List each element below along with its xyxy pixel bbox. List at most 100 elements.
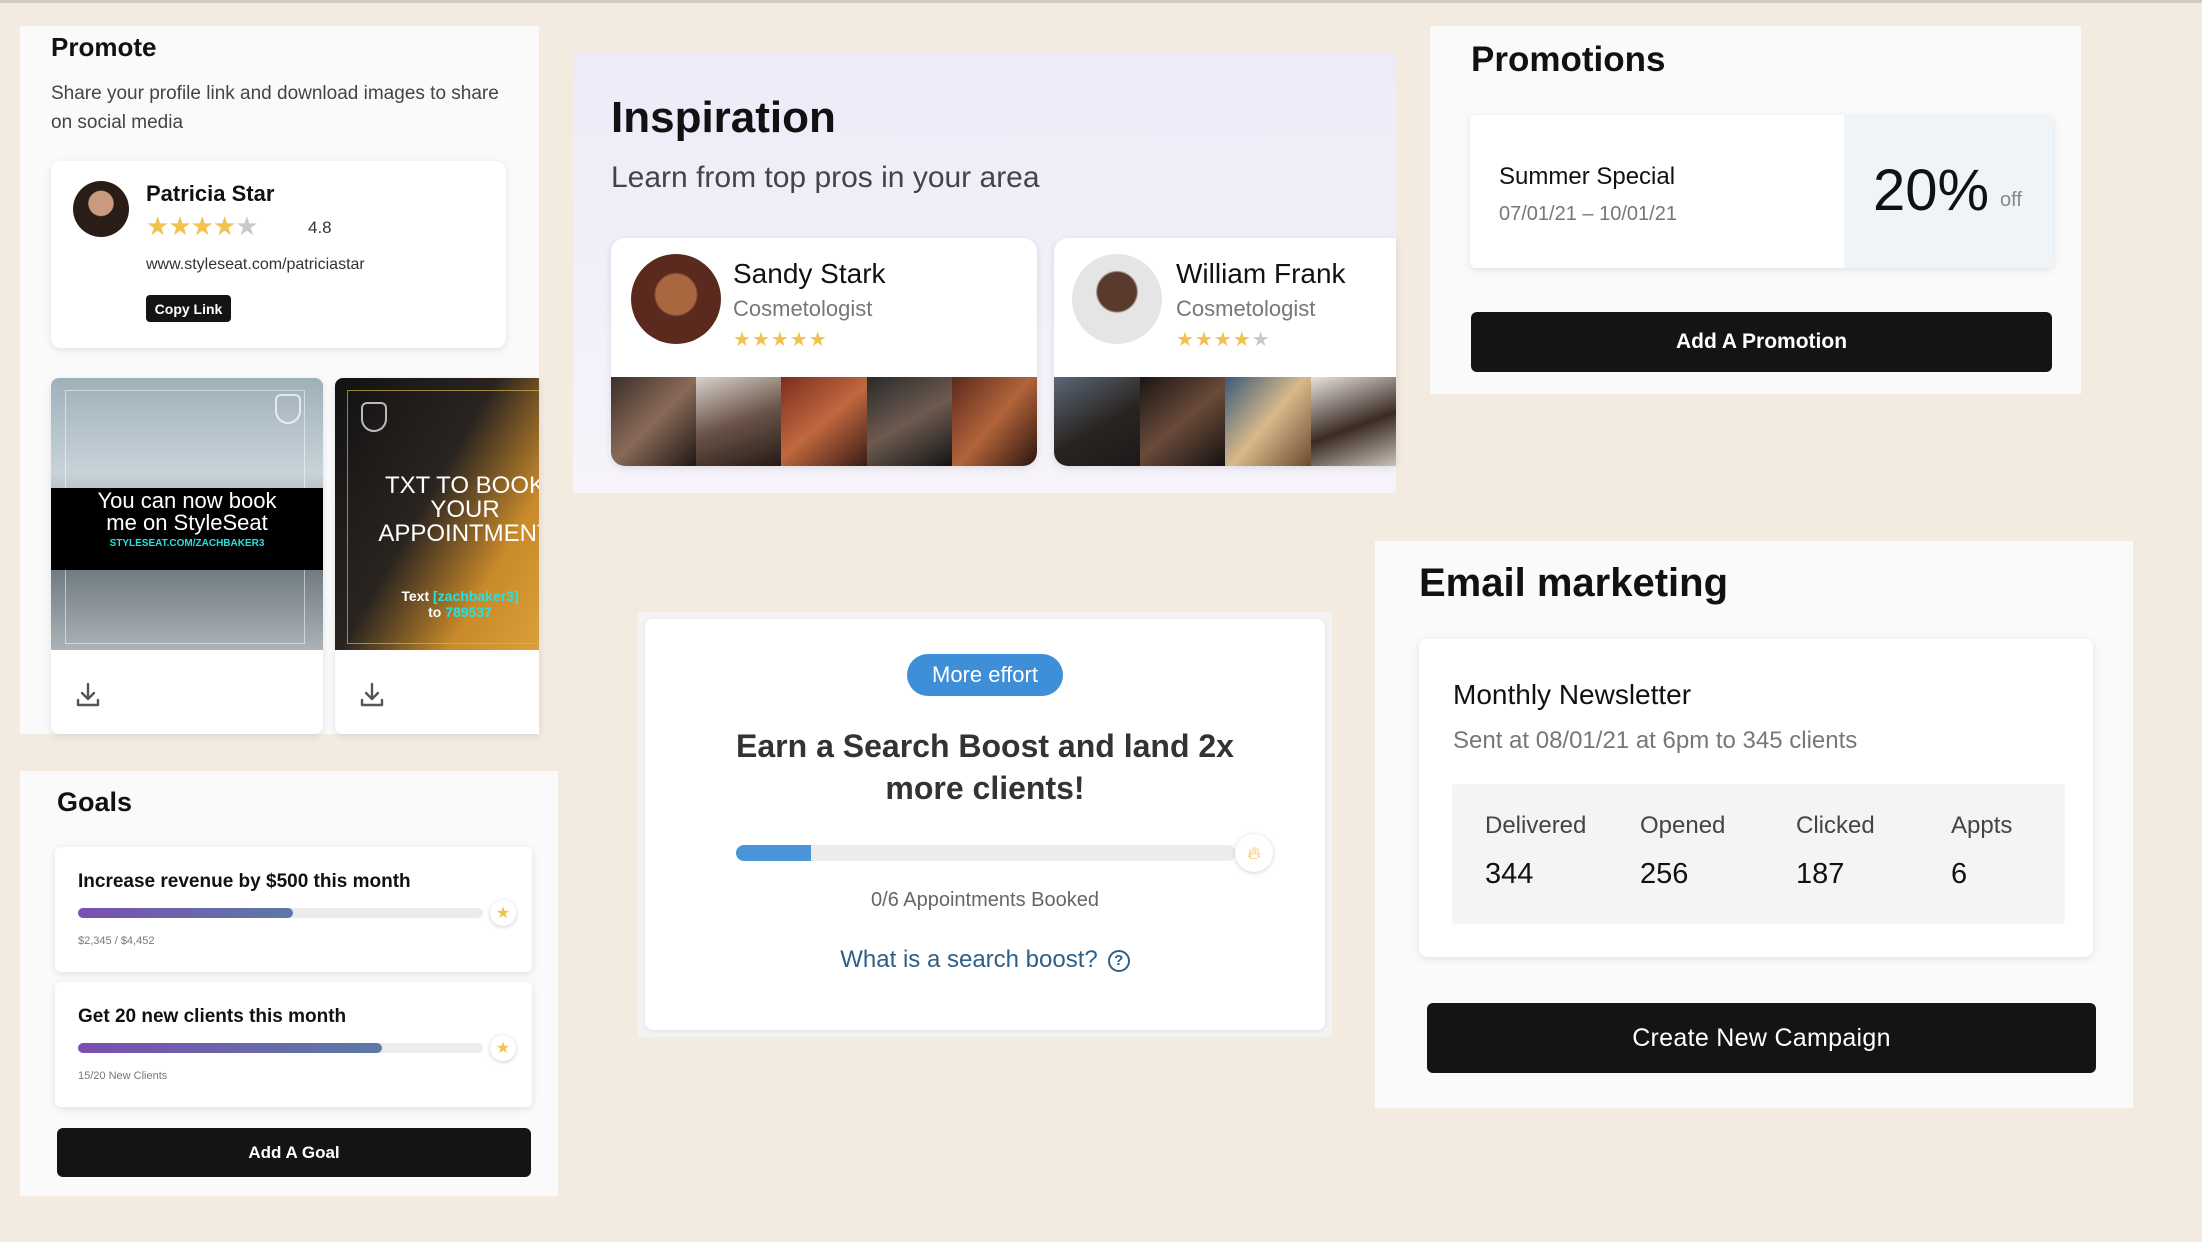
pro-avatar: [631, 254, 721, 344]
search-boost-progress-bar: [736, 845, 1236, 861]
text-number: 789537: [445, 604, 492, 620]
promotions-panel: Promotions Summer Special 07/01/21 – 10/…: [1430, 26, 2081, 394]
promo-image-url: STYLESEAT.COM/ZACHBAKER3: [109, 538, 265, 549]
email-marketing-panel: Email marketing Monthly Newsletter Sent …: [1375, 541, 2133, 1108]
flame-icon: 🔥︎: [1235, 834, 1273, 872]
pro-name: Sandy Stark: [733, 258, 886, 289]
stat-label: Clicked: [1796, 812, 1875, 839]
promote-description: Share your profile link and download ima…: [51, 83, 499, 133]
profile-rating-value: 4.8: [308, 218, 332, 237]
discount-percent: 20%: [1873, 158, 1990, 223]
portfolio-photo[interactable]: [866, 377, 952, 466]
promotion-dates: 07/01/21 – 10/01/21: [1499, 203, 1677, 225]
portfolio-photo[interactable]: [1225, 377, 1311, 466]
star-icon: ★: [490, 900, 516, 926]
profile-rating-stars: ★ ★ ★ ★ ★: [146, 211, 259, 242]
inspiration-panel: Inspiration Learn from top pros in your …: [573, 53, 1396, 493]
promo-image-headline: TXT TO BOOK YOUR APPOINTMENT: [378, 472, 539, 547]
star-icon: ★: [751, 329, 771, 351]
promo-image-instructions: Text [zachbaker3] to 789537: [385, 588, 535, 620]
promo-image[interactable]: TXT TO BOOK YOUR APPOINTMENT Text [zachb…: [335, 378, 539, 650]
promo-image[interactable]: You can now book me on StyleSeat STYLESE…: [51, 378, 323, 650]
promote-panel: Promote Share your profile link and down…: [20, 26, 539, 734]
star-icon: ★: [1232, 329, 1252, 351]
copy-link-button[interactable]: Copy Link: [146, 295, 231, 322]
promo-image-card: You can now book me on StyleSeat STYLESE…: [51, 378, 323, 734]
portfolio-photo[interactable]: [1310, 377, 1396, 466]
download-icon[interactable]: [355, 678, 389, 712]
campaign-sent-info: Sent at 08/01/21 at 6pm to 345 clients: [1453, 727, 1858, 754]
goal-progress-text: $2,345 / $4,452: [78, 935, 155, 947]
search-boost-card: More effort Earn a Search Boost and land…: [645, 619, 1325, 1030]
goal-title: Get 20 new clients this month: [78, 1006, 347, 1027]
stat-label: Opened: [1640, 812, 1726, 839]
portfolio-photo[interactable]: [696, 377, 782, 466]
portfolio-photo[interactable]: [1139, 377, 1225, 466]
pro-card[interactable]: William Frank Cosmetologist ★ ★ ★ ★ ★: [1054, 238, 1396, 466]
pro-role: Cosmetologist: [1176, 296, 1316, 321]
promo-image-card: TXT TO BOOK YOUR APPOINTMENT Text [zachb…: [335, 378, 539, 734]
star-icon: ★: [1213, 329, 1233, 351]
pro-rating-stars: ★ ★ ★ ★ ★: [733, 327, 828, 352]
stat-value: 187: [1796, 858, 1845, 890]
campaign-stats: Delivered 344 Opened 256 Clicked 187 App…: [1452, 784, 2065, 924]
add-promotion-button[interactable]: Add A Promotion: [1471, 312, 2052, 372]
promotion-card[interactable]: Summer Special 07/01/21 – 10/01/21 20% o…: [1470, 115, 2053, 268]
star-icon: ★: [770, 329, 790, 351]
create-campaign-button[interactable]: Create New Campaign: [1427, 1003, 2096, 1073]
top-divider: [0, 0, 2202, 3]
stat-value: 344: [1485, 858, 1534, 890]
pro-portfolio-photos[interactable]: [611, 377, 1037, 466]
campaign-card[interactable]: Monthly Newsletter Sent at 08/01/21 at 6…: [1419, 639, 2093, 957]
goal-progress-bar: [78, 1043, 483, 1053]
portfolio-photo[interactable]: [781, 377, 867, 466]
portfolio-photo[interactable]: [611, 377, 697, 466]
stat-appts: Appts 6: [1951, 812, 2012, 891]
star-icon: ★: [212, 211, 236, 241]
add-goal-button[interactable]: Add A Goal: [57, 1128, 531, 1177]
search-boost-progress-fill: [736, 845, 811, 861]
promo-image-headline: You can now book me on StyleSeat: [97, 488, 277, 535]
inspiration-subtitle: Learn from top pros in your area: [611, 161, 1040, 194]
pro-name: William Frank: [1176, 258, 1346, 289]
pro-card[interactable]: Sandy Stark Cosmetologist ★ ★ ★ ★ ★: [611, 238, 1037, 466]
promotion-discount: 20% off: [1844, 115, 2053, 268]
inspiration-title: Inspiration: [611, 93, 836, 142]
pro-rating-stars: ★ ★ ★ ★ ★: [1176, 327, 1271, 352]
portfolio-photo[interactable]: [1054, 377, 1140, 466]
portfolio-photo[interactable]: [951, 377, 1037, 466]
text-to: to: [428, 604, 446, 620]
goals-panel: Goals Increase revenue by $500 this mont…: [20, 771, 558, 1196]
star-icon: ★: [789, 329, 809, 351]
goal-card[interactable]: Increase revenue by $500 this month ★ $2…: [55, 847, 532, 972]
appointments-booked-text: 0/6 Appointments Booked: [871, 889, 1099, 911]
shield-logo-icon: [361, 402, 387, 432]
star-icon: ★: [808, 329, 828, 351]
stat-clicked: Clicked 187: [1796, 812, 1875, 891]
stat-opened: Opened 256: [1640, 812, 1725, 891]
shield-logo-icon: [275, 394, 301, 424]
goal-title: Increase revenue by $500 this month: [78, 871, 411, 892]
campaign-name: Monthly Newsletter: [1453, 679, 1692, 710]
star-icon: ★: [190, 211, 214, 241]
stat-value: 6: [1951, 858, 1968, 890]
goal-progress-bar: [78, 908, 483, 918]
star-empty-icon: ★: [235, 211, 258, 241]
star-icon: ★: [490, 1035, 516, 1061]
download-icon[interactable]: [71, 678, 105, 712]
promotions-title: Promotions: [1471, 40, 1666, 79]
goal-card[interactable]: Get 20 new clients this month ★ 15/20 Ne…: [55, 982, 532, 1107]
search-boost-help-label[interactable]: What is a search boost?: [840, 946, 1097, 973]
profile-url[interactable]: www.styleseat.com/patriciastar: [146, 256, 365, 274]
goal-progress-text: 15/20 New Clients: [78, 1070, 168, 1082]
star-icon: ★: [1176, 329, 1195, 351]
profile-name: Patricia Star: [146, 181, 275, 206]
search-boost-help-link[interactable]: What is a search boost??: [645, 946, 1325, 974]
effort-badge: More effort: [907, 654, 1063, 696]
star-icon: ★: [168, 211, 191, 241]
pro-portfolio-photos[interactable]: [1054, 377, 1396, 466]
help-circle-icon[interactable]: ?: [1107, 950, 1130, 972]
star-icon: ★: [146, 211, 169, 241]
pro-avatar: [1072, 254, 1162, 344]
promote-title: Promote: [51, 32, 157, 62]
